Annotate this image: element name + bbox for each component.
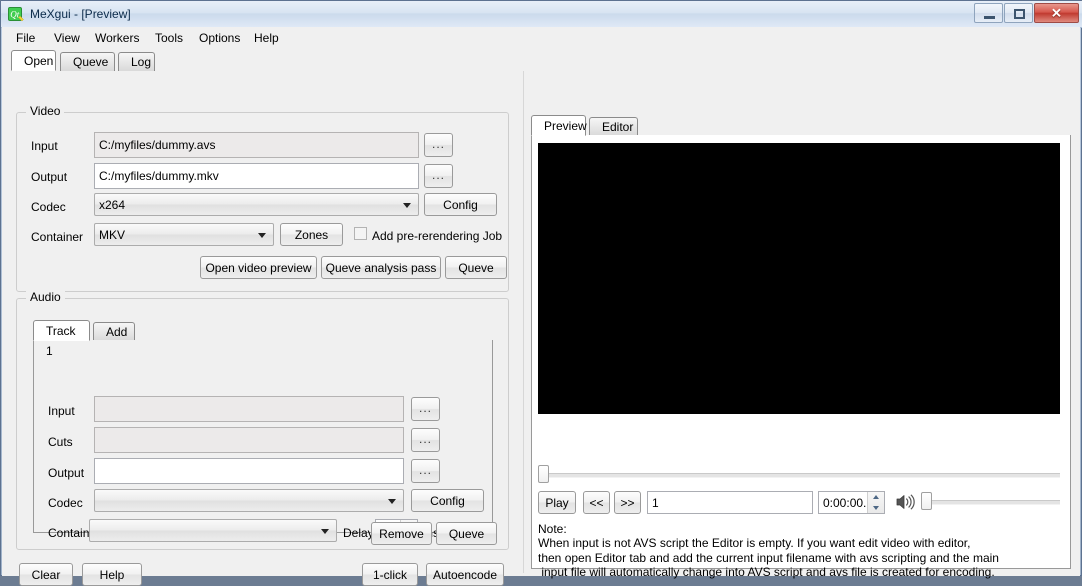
menu-item-file[interactable]: File xyxy=(9,30,42,47)
forward-button[interactable]: >> xyxy=(614,491,641,514)
video-input-label: Input xyxy=(31,139,58,153)
video-container-value: MKV xyxy=(99,227,126,242)
tab-editor[interactable]: Editor xyxy=(589,117,638,136)
clear-button[interactable]: Clear xyxy=(19,563,73,586)
timecode-stepper[interactable]: 0:00:00. xyxy=(818,491,885,514)
chevron-down-icon xyxy=(258,232,266,238)
chevron-down-icon xyxy=(321,528,329,534)
audio-codec-config-button[interactable]: Config xyxy=(411,489,484,512)
application-window: Qt MeXgui - [Preview] ✕ File View Worker… xyxy=(0,0,1082,586)
note-body: When input is not AVS script the Editor … xyxy=(538,536,999,579)
spin-up-icon[interactable] xyxy=(868,492,884,503)
video-output-browse-button[interactable]: ... xyxy=(424,164,453,188)
window-title: MeXgui - [Preview] xyxy=(30,7,131,21)
audio-delay-label: Delay xyxy=(343,526,374,540)
video-codec-label: Codec xyxy=(31,200,66,214)
svg-text:Qt: Qt xyxy=(10,10,19,20)
queve-analysis-pass-button[interactable]: Queve analysis pass xyxy=(321,256,441,279)
audio-tab-add[interactable]: Add xyxy=(93,322,135,341)
one-click-button[interactable]: 1-click xyxy=(362,563,418,586)
spin-down-icon[interactable] xyxy=(868,503,884,514)
tab-log[interactable]: Log xyxy=(118,52,155,71)
prerender-checkbox[interactable] xyxy=(354,227,367,240)
title-bar: Qt MeXgui - [Preview] ✕ xyxy=(1,1,1082,28)
audio-cuts-browse-button[interactable]: ... xyxy=(411,428,440,452)
timecode-spin-buttons[interactable] xyxy=(867,492,884,513)
seek-slider[interactable] xyxy=(538,465,1060,483)
prerender-checkbox-label: Add pre-rerendering Job xyxy=(372,229,503,243)
audio-group-title: Audio xyxy=(26,291,65,303)
minimize-button[interactable] xyxy=(974,3,1003,23)
note-title: Note: xyxy=(538,522,567,536)
video-output-label: Output xyxy=(31,170,68,184)
menu-item-tools[interactable]: Tools xyxy=(148,30,190,47)
volume-slider-handle[interactable] xyxy=(921,492,932,510)
video-group: Video Input C:/myfiles/dummy.avs ... Out… xyxy=(16,105,509,292)
menu-item-workers[interactable]: Workers xyxy=(88,30,146,47)
audio-output-field[interactable] xyxy=(94,458,404,484)
close-button[interactable]: ✕ xyxy=(1034,3,1079,23)
chevron-down-icon xyxy=(388,498,396,504)
autoencode-button[interactable]: Autoencode xyxy=(426,563,504,586)
audio-codec-label: Codec xyxy=(48,496,83,510)
audio-cuts-field[interactable] xyxy=(94,427,404,453)
rewind-button[interactable]: << xyxy=(583,491,610,514)
video-codec-select[interactable]: x264 xyxy=(94,193,419,216)
audio-input-browse-button[interactable]: ... xyxy=(411,397,440,421)
open-video-preview-button[interactable]: Open video preview xyxy=(200,256,317,279)
audio-codec-select[interactable] xyxy=(94,489,404,512)
audio-tab-track-1[interactable]: Track 1 xyxy=(33,320,90,358)
timecode-value: 0:00:00. xyxy=(823,495,867,510)
menu-item-options[interactable]: Options xyxy=(192,30,247,47)
minimize-icon xyxy=(984,16,995,19)
audio-container-select[interactable] xyxy=(89,519,337,542)
preview-panel: Preview Editor Play << >> 1 0:00:00. Not… xyxy=(523,71,1080,579)
speaker-icon[interactable] xyxy=(895,493,915,514)
audio-remove-button[interactable]: Remove xyxy=(371,522,432,545)
video-output-field[interactable]: C:/myfiles/dummy.mkv xyxy=(94,163,419,189)
window-controls: ✕ xyxy=(973,3,1079,24)
menu-item-view[interactable]: View xyxy=(47,30,87,47)
video-codec-value: x264 xyxy=(99,197,126,212)
open-tab-page: Video Input C:/myfiles/dummy.avs ... Out… xyxy=(2,71,1080,586)
qt-logo-icon: Qt xyxy=(8,6,24,22)
audio-input-field[interactable] xyxy=(94,396,404,422)
main-tab-strip: Open Queve Log xyxy=(2,49,1080,72)
video-group-title: Video xyxy=(26,105,65,117)
video-input-field[interactable]: C:/myfiles/dummy.avs xyxy=(94,132,419,158)
tab-preview[interactable]: Preview xyxy=(531,115,587,136)
menu-item-help[interactable]: Help xyxy=(247,30,286,47)
audio-queve-button[interactable]: Queve xyxy=(436,522,497,545)
audio-input-label: Input xyxy=(48,404,75,418)
maximize-button[interactable] xyxy=(1004,3,1033,23)
seek-slider-track xyxy=(538,473,1060,478)
video-preview-surface[interactable] xyxy=(538,143,1060,414)
zones-button[interactable]: Zones xyxy=(280,223,343,246)
video-codec-config-button[interactable]: Config xyxy=(424,193,497,216)
preview-tab-strip: Preview Editor xyxy=(531,114,1071,136)
video-input-browse-button[interactable]: ... xyxy=(424,133,453,157)
frame-number-field[interactable]: 1 xyxy=(647,491,813,514)
tab-open[interactable]: Open xyxy=(11,50,56,71)
audio-tab-strip: Track 1 Add xyxy=(33,319,493,358)
audio-output-browse-button[interactable]: ... xyxy=(411,459,440,483)
audio-cuts-label: Cuts xyxy=(48,435,73,449)
play-button[interactable]: Play xyxy=(538,491,576,514)
maximize-icon xyxy=(1014,9,1025,19)
client-area: File View Workers Tools Options Help Ope… xyxy=(2,27,1080,586)
video-container-label: Container xyxy=(31,230,84,244)
video-queve-button[interactable]: Queve xyxy=(445,256,507,279)
menu-bar: File View Workers Tools Options Help xyxy=(2,27,1080,50)
close-icon: ✕ xyxy=(1051,5,1062,21)
chevron-down-icon xyxy=(403,202,411,208)
volume-slider[interactable] xyxy=(921,492,1060,510)
volume-slider-track xyxy=(921,500,1060,505)
video-container-select[interactable]: MKV xyxy=(94,223,274,246)
audio-group: Audio Track 1 Add Input ... Cuts ... Out… xyxy=(16,291,509,550)
audio-output-label: Output xyxy=(48,466,85,480)
tab-queve[interactable]: Queve xyxy=(60,52,115,71)
help-button[interactable]: Help xyxy=(82,563,142,586)
seek-slider-handle[interactable] xyxy=(538,465,549,483)
